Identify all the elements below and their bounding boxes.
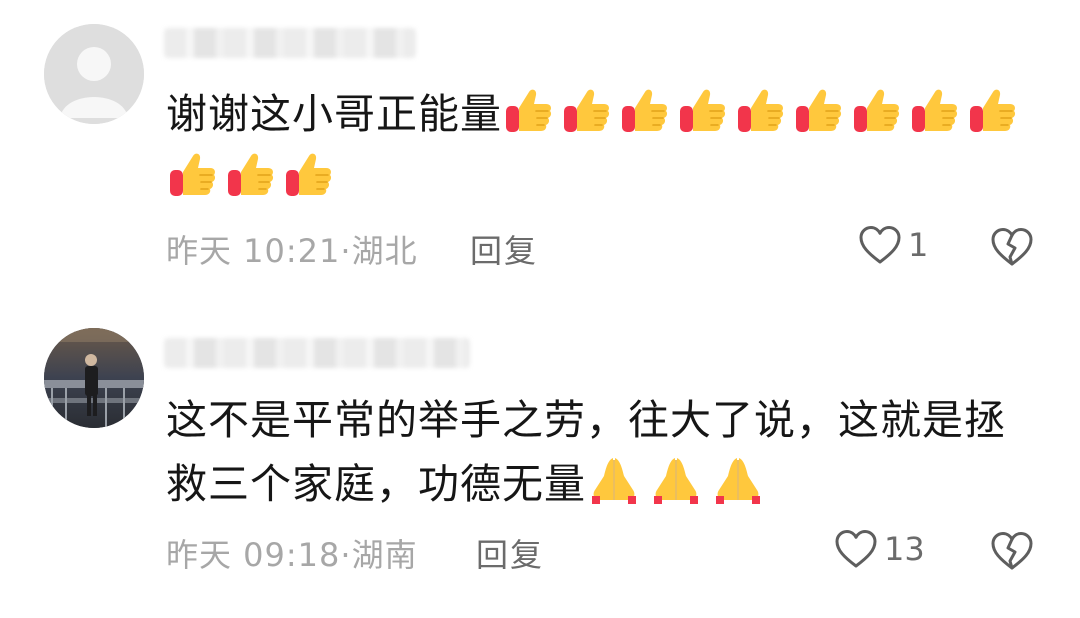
folded-hands-emoji-icon <box>648 454 704 506</box>
comment-item: 这不是平常的举手之劳，往大了说，这就是拯救三个家庭，功德无量 昨天 09:18·… <box>0 300 1080 618</box>
thumbs-up-emoji-icon <box>850 84 902 136</box>
meta-separator: · <box>340 232 352 270</box>
broken-heart-icon <box>991 532 1033 570</box>
comment-text: 谢谢这小哥正能量 <box>166 90 502 138</box>
heart-outline-icon <box>835 530 877 568</box>
like-button[interactable]: 13 <box>834 528 925 570</box>
comment-meta: 昨天 09:18·湖南 <box>166 530 418 576</box>
thumbs-up-emoji-icon <box>618 84 670 136</box>
username-blurred[interactable] <box>164 338 470 368</box>
comment-time: 昨天 10:21 <box>166 232 341 270</box>
comment-item: 谢谢这小哥正能量 昨天 10:21·湖北 回复 1 <box>0 0 1080 300</box>
like-count: 1 <box>908 226 929 264</box>
avatar[interactable] <box>44 24 144 124</box>
thumbs-up-emoji-icon <box>908 84 960 136</box>
reply-button[interactable]: 回复 <box>476 530 544 576</box>
thumbs-up-emoji-icon <box>502 84 554 136</box>
emoji-list <box>586 458 772 508</box>
thumbs-up-emoji-icon <box>224 148 276 200</box>
thumbs-up-emoji-icon <box>792 84 844 136</box>
like-button[interactable]: 1 <box>858 224 928 266</box>
default-user-icon <box>44 24 144 124</box>
comment-body: 谢谢这小哥正能量 <box>166 82 1046 210</box>
folded-hands-emoji-icon <box>586 454 642 506</box>
thumbs-up-emoji-icon <box>734 84 786 136</box>
comment-meta: 昨天 10:21·湖北 <box>166 226 418 272</box>
reply-button[interactable]: 回复 <box>470 226 538 272</box>
comment-location: 湖北 <box>351 232 418 270</box>
broken-heart-icon <box>991 228 1033 266</box>
thumbs-up-emoji-icon <box>966 84 1018 136</box>
avatar[interactable] <box>44 328 144 428</box>
heart-outline-icon <box>859 226 901 264</box>
comment-body: 这不是平常的举手之劳，往大了说，这就是拯救三个家庭，功德无量 <box>166 388 1046 516</box>
dislike-button[interactable] <box>990 226 1034 272</box>
dislike-button[interactable] <box>990 530 1034 576</box>
thumbs-up-emoji-icon <box>282 148 334 200</box>
comment-time: 昨天 09:18 <box>166 536 341 574</box>
thumbs-up-emoji-icon <box>560 84 612 136</box>
comment-location: 湖南 <box>351 536 418 574</box>
thumbs-up-emoji-icon <box>166 148 218 200</box>
user-photo-avatar <box>44 328 144 428</box>
username-blurred[interactable] <box>164 28 416 58</box>
folded-hands-emoji-icon <box>710 454 766 506</box>
meta-separator: · <box>340 536 352 574</box>
thumbs-up-emoji-icon <box>676 84 728 136</box>
like-count: 13 <box>884 530 925 568</box>
